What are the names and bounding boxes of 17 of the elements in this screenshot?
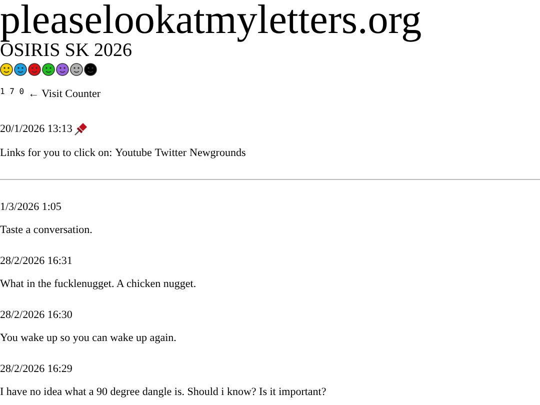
post-text: Taste a conversation. (0, 223, 94, 237)
post-date: 28/2/2026 16:31 (0, 254, 74, 268)
post-date: 20/1/2026 13:13 (0, 122, 72, 136)
link[interactable]: Youtube (115, 146, 152, 160)
link[interactable]: Newgrounds (190, 146, 246, 160)
counter-label: ← Visit Counter (28, 88, 101, 100)
post-text: You wake up so you can wake up again. (0, 331, 178, 345)
link[interactable]: Twitter (154, 146, 187, 160)
post-date: 28/2/2026 16:30 (0, 308, 74, 322)
visit-counter: 1 7 0 (0, 87, 24, 96)
post-text: I have no idea what a 90 degree dangle is. Should i know? Is it important? (0, 385, 328, 399)
post-date: 28/2/2026 16:29 (0, 362, 74, 376)
pushpin-icon (74, 122, 88, 136)
post-text: Links for you to click on: (0, 146, 112, 160)
post-text: What in the fucklenugget. A chicken nugget. (0, 277, 198, 291)
site-title: pleaselookatmyletters.org (0, 0, 422, 42)
post-date: 1/3/2026 1:05 (0, 200, 62, 214)
